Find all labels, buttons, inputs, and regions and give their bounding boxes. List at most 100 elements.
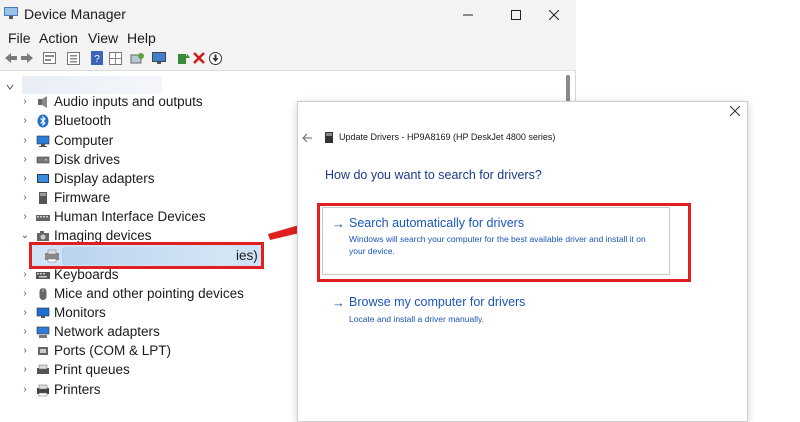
properties-button[interactable] xyxy=(42,51,56,65)
menu-view[interactable]: View xyxy=(88,30,118,46)
tree-item-label: Bluetooth xyxy=(54,113,112,128)
firmware-icon xyxy=(39,191,47,204)
tree-item-label: Print queues xyxy=(54,362,130,377)
update-driver-button[interactable] xyxy=(176,51,190,65)
tree-item-network-adapters[interactable]: › Network adapters xyxy=(20,322,160,341)
chevron-right-icon: › xyxy=(23,307,27,318)
printer-icon xyxy=(37,384,49,396)
tree-item-label: Display adapters xyxy=(54,171,155,186)
menu-help[interactable]: Help xyxy=(127,30,156,46)
tree-item-label: Monitors xyxy=(54,305,106,320)
chevron-right-icon: › xyxy=(23,135,27,146)
tree-item-display-adapters[interactable]: › Display adapters xyxy=(20,169,155,188)
help-button[interactable]: ? xyxy=(90,51,104,65)
minimize-button[interactable] xyxy=(446,0,490,29)
menu-file[interactable]: File xyxy=(8,30,31,46)
tree-item-firmware[interactable]: › Firmware xyxy=(20,188,110,207)
tree-item-label: Computer xyxy=(54,133,114,148)
tree-item-monitors[interactable]: › Monitors xyxy=(20,303,106,322)
tree-item-bluetooth[interactable]: › Bluetooth xyxy=(20,111,111,130)
toolbar: ? xyxy=(0,48,576,71)
forward-button[interactable] xyxy=(20,51,34,65)
tree-item-ports[interactable]: › Ports (COM & LPT) xyxy=(20,341,171,360)
tree-item-label: Audio inputs and outputs xyxy=(54,94,203,109)
uninstall-x-icon xyxy=(193,52,205,64)
disk-drive-icon xyxy=(36,156,50,163)
chevron-right-icon: › xyxy=(23,326,27,337)
back-arrow-icon xyxy=(302,133,312,143)
tree-item-keyboards[interactable]: › Keyboards xyxy=(20,265,119,284)
chevron-right-icon: › xyxy=(23,154,27,165)
monitor-button[interactable] xyxy=(152,51,166,65)
option-browse-desc: Locate and install a driver manually. xyxy=(349,314,484,324)
chevron-right-icon: › xyxy=(23,173,27,184)
close-icon xyxy=(549,9,559,20)
dialog-close-button[interactable] xyxy=(727,104,743,120)
tree-item-hid[interactable]: › Human Interface Devices xyxy=(20,207,205,226)
tree-item-label: Printers xyxy=(54,382,101,397)
forward-arrow-icon xyxy=(21,53,33,63)
network-adapter-icon xyxy=(36,326,50,338)
tree-item-print-queues[interactable]: › Print queues xyxy=(20,360,130,379)
chevron-right-icon: › xyxy=(23,115,27,126)
update-driver-icon xyxy=(177,53,190,64)
mouse-icon xyxy=(39,287,47,300)
uninstall-button[interactable] xyxy=(192,51,206,65)
chevron-right-icon: › xyxy=(23,384,27,395)
display-adapter-icon xyxy=(37,173,49,183)
tree-item-label: Mice and other pointing devices xyxy=(54,286,244,301)
chevron-right-icon: › xyxy=(23,364,27,375)
vertical-scrollbar[interactable] xyxy=(566,75,570,103)
menu-action[interactable]: Action xyxy=(39,30,78,46)
grid-view-icon xyxy=(108,51,122,65)
highlight-box-option xyxy=(317,203,691,282)
back-button[interactable] xyxy=(4,51,18,65)
close-button[interactable] xyxy=(532,0,576,29)
monitor-icon xyxy=(152,51,166,64)
tree-item-label: Ports (COM & LPT) xyxy=(54,343,172,358)
scan-hardware-icon xyxy=(130,52,144,63)
arrow-right-icon: → xyxy=(332,295,345,310)
title-bar: Device Manager xyxy=(0,0,576,29)
tree-item-printers[interactable]: › Printers xyxy=(20,380,101,399)
chevron-right-icon: › xyxy=(23,96,27,107)
chevron-down-icon: ⌄ xyxy=(20,230,30,241)
back-arrow-icon xyxy=(5,53,17,63)
show-hidden-button[interactable] xyxy=(66,51,80,65)
chevron-right-icon: › xyxy=(23,269,27,280)
window-title: Device Manager xyxy=(24,6,126,22)
download-button[interactable] xyxy=(208,51,222,65)
device-driver-icon xyxy=(325,132,333,143)
camera-icon xyxy=(37,230,49,241)
chevron-right-icon: › xyxy=(23,345,27,356)
tree-item-disk-drives[interactable]: › Disk drives xyxy=(20,150,120,169)
tree-item-label: Disk drives xyxy=(54,152,121,167)
grid-view-button[interactable] xyxy=(108,51,122,65)
device-manager-app-icon xyxy=(4,7,18,19)
menu-bar: File Action View Help xyxy=(0,29,576,48)
tree-item-mice[interactable]: › Mice and other pointing devices xyxy=(20,284,244,303)
chevron-right-icon: › xyxy=(23,192,27,203)
maximize-icon xyxy=(511,9,521,20)
minimize-icon xyxy=(463,14,473,15)
keyboard-icon xyxy=(36,271,50,279)
bluetooth-icon xyxy=(37,114,49,127)
chevron-right-icon: › xyxy=(23,288,27,299)
tree-item-label: Firmware xyxy=(54,190,111,205)
monitor-icon xyxy=(36,307,50,318)
tree-item-audio[interactable]: › Audio inputs and outputs xyxy=(20,92,203,111)
dialog-question: How do you want to search for drivers? xyxy=(325,168,542,182)
tree-item-label: Keyboards xyxy=(54,267,119,282)
tree-item-computer[interactable]: › Computer xyxy=(20,131,113,150)
scan-hardware-button[interactable] xyxy=(130,51,144,65)
print-queue-icon xyxy=(37,364,49,374)
tree-item-label: Imaging devices xyxy=(54,228,152,243)
properties-icon xyxy=(42,52,56,64)
help-book-icon: ? xyxy=(91,51,103,65)
tree-item-label: Network adapters xyxy=(54,324,160,339)
close-icon xyxy=(729,105,741,117)
port-icon xyxy=(38,346,48,355)
dialog-back-button[interactable] xyxy=(302,131,312,146)
computer-icon xyxy=(36,135,50,147)
browse-computer-option[interactable]: Browse my computer for drivers xyxy=(349,295,525,309)
